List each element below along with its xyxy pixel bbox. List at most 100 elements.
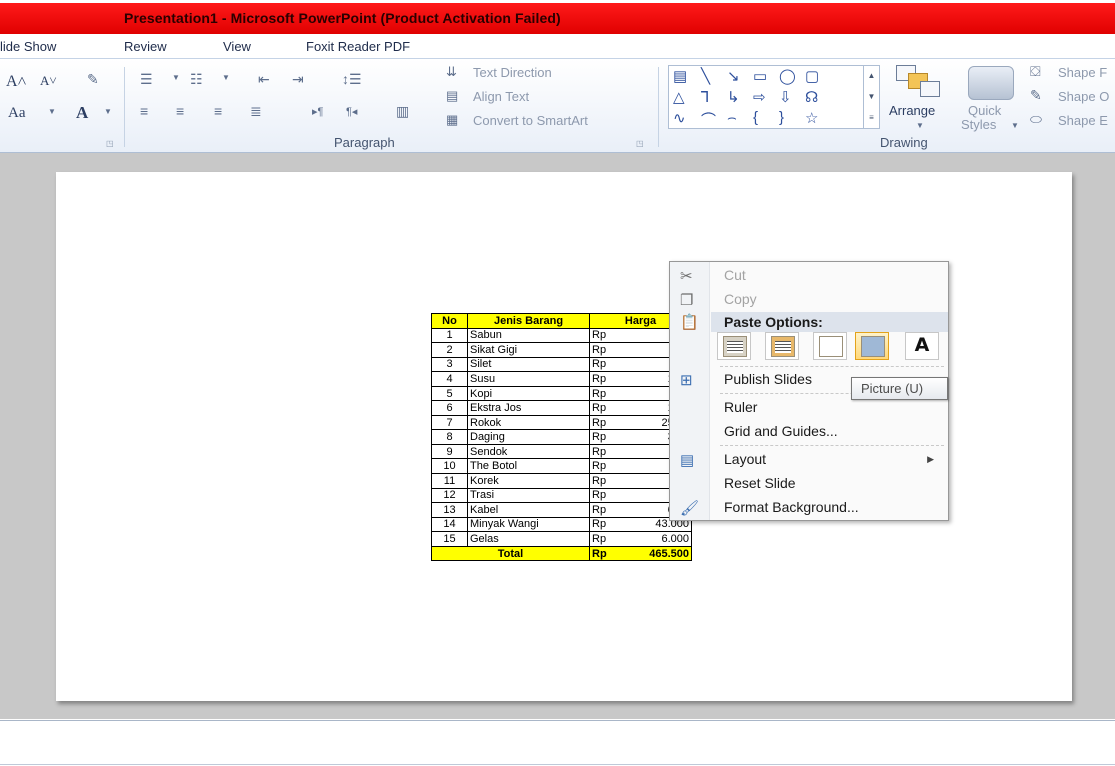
align-text-icon: ▤	[446, 88, 459, 103]
arrow-shape-icon[interactable]: ↘	[727, 67, 740, 85]
item-price-cell: 6.000	[615, 531, 692, 547]
notes-pane[interactable]	[0, 720, 1115, 766]
quick-styles-button[interactable]: Styles	[961, 117, 996, 132]
total-label-cell: Total	[431, 545, 590, 562]
row-number-cell: 1	[431, 327, 468, 344]
star-shape-icon[interactable]: ☆	[805, 109, 818, 127]
clear-formatting-icon[interactable]: ✎	[87, 71, 99, 88]
item-name-cell: Gelas	[467, 531, 590, 547]
align-center-icon[interactable]: ≡	[176, 103, 184, 119]
dialog-launcher-icon[interactable]: ◳	[636, 139, 644, 148]
table-total-row: Total Rp 465.500	[431, 545, 692, 562]
decrease-indent-icon[interactable]: ⇤	[258, 71, 270, 88]
grow-font-button[interactable]: A˄	[6, 73, 27, 91]
tab-foxit-reader-pdf[interactable]: Foxit Reader PDF	[306, 39, 410, 54]
shape-effects-button[interactable]: Shape E	[1058, 113, 1108, 128]
table-row: 2Sikat GigiRp1.7	[431, 342, 692, 358]
drawing-group-label: Drawing	[880, 135, 928, 150]
curve-shape-icon[interactable]: ⌒	[701, 109, 716, 130]
paste-picture-button[interactable]	[855, 332, 889, 360]
justify-icon[interactable]: ≣	[250, 103, 262, 120]
arrange-button[interactable]: Arrange	[889, 103, 935, 118]
menu-item-grid-and-guides[interactable]: Grid and Guides...	[724, 423, 838, 439]
align-right-icon[interactable]: ≡	[214, 103, 222, 119]
row-number-cell: 2	[431, 342, 468, 358]
group-divider	[658, 67, 659, 147]
columns-icon[interactable]: ▥	[396, 103, 409, 120]
paste-keep-text-only-button[interactable]: A	[905, 332, 939, 360]
currency-cell: Rp	[589, 327, 616, 344]
line-shape-icon[interactable]: ╲	[701, 67, 710, 85]
row-number-cell: 3	[431, 356, 468, 373]
oval-shape-icon[interactable]: ◯	[779, 67, 796, 85]
table-row: 5KopiRp8.0	[431, 385, 692, 402]
left-brace-shape-icon[interactable]: {	[753, 109, 758, 126]
rectangle-shape-icon[interactable]: ▭	[753, 67, 767, 85]
menu-separator	[720, 366, 944, 367]
line-spacing-icon[interactable]: ↕☰	[342, 71, 362, 88]
item-name-cell: Daging	[467, 429, 590, 445]
ltr-icon[interactable]: ▸¶	[312, 105, 323, 118]
convert-smartart-button[interactable]: Convert to SmartArt	[473, 113, 588, 128]
quick-styles-icon[interactable]	[968, 66, 1014, 100]
font-color-button[interactable]: A	[76, 103, 88, 123]
table-row: 10The BotolRp4.0	[431, 458, 692, 475]
shape-outline-button[interactable]: Shape O	[1058, 89, 1109, 104]
title-bar: Presentation1 - Microsoft PowerPoint (Pr…	[0, 0, 1115, 34]
numbering-icon[interactable]: ☷	[190, 71, 203, 88]
menu-item-layout[interactable]: Layout	[724, 451, 766, 467]
gallery-scroll-up-icon[interactable]: ▲	[863, 66, 879, 87]
menu-item-ruler[interactable]: Ruler	[724, 399, 757, 415]
chevron-down-icon: ▼	[916, 121, 924, 130]
scribble-shape-icon[interactable]: ∿	[673, 109, 686, 127]
shape-fill-button[interactable]: Shape F	[1058, 65, 1107, 80]
currency-cell: Rp	[589, 371, 616, 387]
elbow-arrow-shape-icon[interactable]: ↳	[727, 88, 740, 106]
align-text-button[interactable]: Align Text	[473, 89, 529, 104]
rtl-icon[interactable]: ¶◂	[346, 105, 357, 118]
ribbon-tabs: lide Show Review View Foxit Reader PDF	[0, 34, 1115, 59]
menu-item-format-background[interactable]: Format Background...	[724, 499, 859, 515]
tab-view[interactable]: View	[223, 39, 251, 54]
rounded-rectangle-shape-icon[interactable]: ▢	[805, 67, 819, 85]
price-table[interactable]: No Jenis Barang Harga 1SabunRp4.02Sikat …	[431, 313, 692, 562]
text-direction-button[interactable]: Text Direction	[473, 65, 552, 80]
table-row: 4SusuRp15.0	[431, 371, 692, 387]
table-row: 9SendokRp7.0	[431, 443, 692, 460]
tab-review[interactable]: Review	[124, 39, 167, 54]
menu-item-label: Publish Slides	[724, 371, 812, 387]
gallery-scroll-down-icon[interactable]: ▼	[863, 87, 879, 108]
right-arrow-shape-icon[interactable]: ⇨	[753, 88, 766, 106]
dialog-launcher-icon[interactable]: ◳	[106, 139, 114, 148]
down-arrow-shape-icon[interactable]: ⇩	[779, 88, 792, 106]
arrange-icon[interactable]	[896, 65, 942, 99]
arc-shape-icon[interactable]: ⌢	[727, 109, 737, 126]
increase-indent-icon[interactable]: ⇥	[292, 71, 304, 88]
picture-clipboard-icon	[861, 336, 885, 357]
align-left-icon[interactable]: ≡	[140, 103, 148, 119]
menu-item-publish-slides[interactable]: Publish Slides	[724, 371, 812, 387]
paste-use-destination-theme-button[interactable]	[717, 332, 751, 360]
table-row: 13KabelRp69.0	[431, 502, 692, 518]
change-case-button[interactable]: Aa	[8, 105, 26, 122]
menu-item-cut[interactable]: Cut	[724, 267, 746, 283]
text-box-shape-icon[interactable]: ▤	[673, 67, 687, 85]
currency-cell: Rp	[589, 502, 616, 518]
chevron-down-icon: ▼	[104, 107, 112, 116]
right-brace-shape-icon[interactable]: }	[779, 109, 784, 126]
menu-item-copy[interactable]: Copy	[724, 291, 757, 307]
paste-embed-button[interactable]	[813, 332, 847, 360]
gallery-more-icon[interactable]: ≡	[863, 108, 879, 129]
paste-keep-source-formatting-button[interactable]	[765, 332, 799, 360]
triangle-shape-icon[interactable]: △	[673, 88, 685, 106]
menu-item-label: Format Background...	[724, 499, 859, 515]
table-row: 12TrasiRp3.0	[431, 487, 692, 504]
shapes-gallery[interactable]: ▤ ╲ ↘ ▭ ◯ ▢ △ ⅂ ↳ ⇨ ⇩ ☊ ∿ ⌒ ⌢ { } ☆ ▲ ▼ …	[668, 65, 880, 129]
menu-item-reset-slide[interactable]: Reset Slide	[724, 475, 796, 491]
elbow-connector-shape-icon[interactable]: ⅂	[701, 88, 709, 106]
freeform-shape-icon[interactable]: ☊	[805, 88, 818, 106]
bullets-icon[interactable]: ☰	[140, 71, 153, 88]
shrink-font-button[interactable]: A˅	[40, 73, 57, 89]
quick-styles-label[interactable]: Quick	[968, 103, 1001, 118]
tab-slide-show[interactable]: lide Show	[0, 39, 56, 54]
